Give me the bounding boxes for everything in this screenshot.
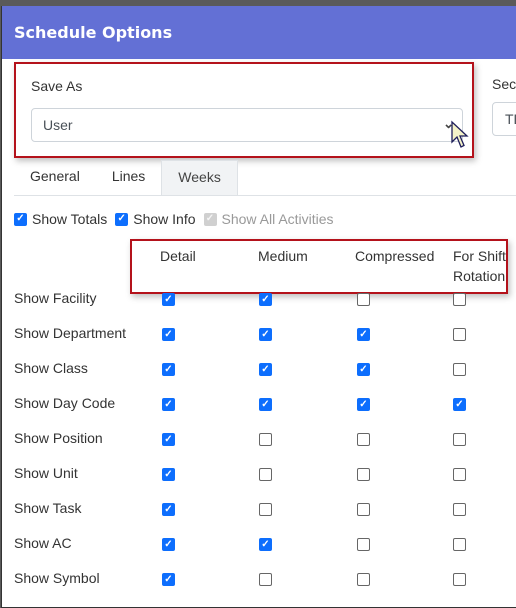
checkbox: ✓ bbox=[203, 212, 217, 226]
option-label: Show Totals bbox=[32, 211, 108, 227]
row-label: Show Facility bbox=[14, 290, 97, 306]
checkbox-compressed[interactable] bbox=[357, 538, 370, 551]
checkbox-detail[interactable]: ✓ bbox=[162, 503, 175, 516]
row-label: Show Day Code bbox=[14, 395, 116, 411]
second-field-label: Sec bbox=[492, 76, 516, 92]
checkbox-for-shift-rotation[interactable] bbox=[453, 293, 466, 306]
checkbox[interactable]: ✓ bbox=[115, 212, 129, 226]
checkbox-medium[interactable]: ✓ bbox=[259, 538, 272, 551]
row-label: Show Symbol bbox=[14, 570, 100, 586]
checkbox-detail[interactable]: ✓ bbox=[162, 363, 175, 376]
option-label: Show Info bbox=[133, 211, 196, 227]
tab-lines[interactable]: Lines bbox=[96, 160, 161, 195]
tab-bar: General Lines Weeks bbox=[14, 160, 516, 196]
checkbox-compressed[interactable] bbox=[357, 503, 370, 516]
row-label: Show Unit bbox=[14, 465, 78, 481]
column-header-detail: Detail bbox=[160, 246, 196, 266]
checkbox-detail[interactable]: ✓ bbox=[162, 398, 175, 411]
tab-general[interactable]: General bbox=[14, 160, 96, 195]
checkbox-medium[interactable] bbox=[259, 433, 272, 446]
row-label: Show Position bbox=[14, 430, 103, 446]
checkbox-compressed[interactable]: ✓ bbox=[357, 398, 370, 411]
option-show-info[interactable]: ✓ Show Info bbox=[115, 211, 196, 227]
save-as-select[interactable]: User ⌄ bbox=[31, 108, 463, 142]
checkbox-medium[interactable] bbox=[259, 468, 272, 481]
mouse-cursor-icon bbox=[451, 120, 469, 148]
save-as-highlight: Save As User ⌄ bbox=[14, 62, 474, 158]
checkbox-for-shift-rotation[interactable] bbox=[453, 328, 466, 341]
row-label: Show AC bbox=[14, 535, 72, 551]
column-header-for-shift-rotation: For Shift Rotation bbox=[453, 246, 506, 286]
checkbox-compressed[interactable]: ✓ bbox=[357, 363, 370, 376]
checkbox-for-shift-rotation[interactable] bbox=[453, 538, 466, 551]
checkbox-for-shift-rotation[interactable] bbox=[453, 573, 466, 586]
dialog-title: Schedule Options bbox=[2, 6, 516, 59]
display-options: ✓ Show Totals ✓ Show Info ✓ Show All Activiti… bbox=[14, 211, 342, 227]
checkbox-for-shift-rotation[interactable] bbox=[453, 433, 466, 446]
checkbox-detail[interactable]: ✓ bbox=[162, 538, 175, 551]
checkbox-medium[interactable]: ✓ bbox=[259, 398, 272, 411]
checkbox-compressed[interactable] bbox=[357, 468, 370, 481]
option-show-all-activities: ✓ Show All Activities bbox=[203, 211, 334, 227]
column-header-line: Rotation bbox=[453, 268, 506, 284]
column-header-line: For Shift bbox=[453, 248, 506, 264]
checkbox-for-shift-rotation[interactable] bbox=[453, 468, 466, 481]
row-label: Show Class bbox=[14, 360, 88, 376]
checkbox-compressed[interactable] bbox=[357, 573, 370, 586]
checkbox-detail[interactable]: ✓ bbox=[162, 468, 175, 481]
checkbox[interactable]: ✓ bbox=[14, 212, 27, 226]
checkbox-detail[interactable]: ✓ bbox=[162, 293, 175, 306]
checkbox-detail[interactable]: ✓ bbox=[162, 433, 175, 446]
checkbox-compressed[interactable] bbox=[357, 433, 370, 446]
column-header-compressed: Compressed bbox=[355, 246, 434, 266]
checkbox-compressed[interactable] bbox=[357, 293, 370, 306]
column-header-line: Medium bbox=[258, 248, 308, 264]
column-header-line: Compressed bbox=[355, 248, 435, 264]
save-as-label: Save As bbox=[31, 78, 83, 94]
checkbox-medium[interactable]: ✓ bbox=[259, 328, 272, 341]
checkbox-for-shift-rotation[interactable] bbox=[453, 363, 466, 376]
option-show-totals[interactable]: ✓ Show Totals bbox=[14, 211, 107, 227]
checkbox-medium[interactable]: ✓ bbox=[259, 293, 272, 306]
save-as-value: User bbox=[43, 117, 73, 133]
checkbox-medium[interactable] bbox=[259, 573, 272, 586]
second-field-select[interactable]: TE bbox=[492, 102, 516, 136]
option-label: Show All Activities bbox=[221, 211, 334, 227]
checkbox-compressed[interactable]: ✓ bbox=[357, 328, 370, 341]
row-label: Show Department bbox=[14, 325, 127, 341]
checkbox-for-shift-rotation[interactable] bbox=[453, 503, 466, 516]
column-header-medium: Medium bbox=[258, 246, 308, 266]
checkbox-for-shift-rotation[interactable]: ✓ bbox=[453, 398, 466, 411]
column-header-line: Detail bbox=[160, 248, 196, 264]
checkbox-medium[interactable]: ✓ bbox=[259, 363, 272, 376]
checkbox-detail[interactable]: ✓ bbox=[162, 328, 175, 341]
schedule-options-dialog: Schedule Options Save As User ⌄ Sec TE G… bbox=[1, 6, 516, 608]
row-label: Show Task bbox=[14, 500, 82, 516]
checkbox-medium[interactable] bbox=[259, 503, 272, 516]
checkbox-detail[interactable]: ✓ bbox=[162, 573, 175, 586]
tab-weeks[interactable]: Weeks bbox=[161, 160, 238, 195]
